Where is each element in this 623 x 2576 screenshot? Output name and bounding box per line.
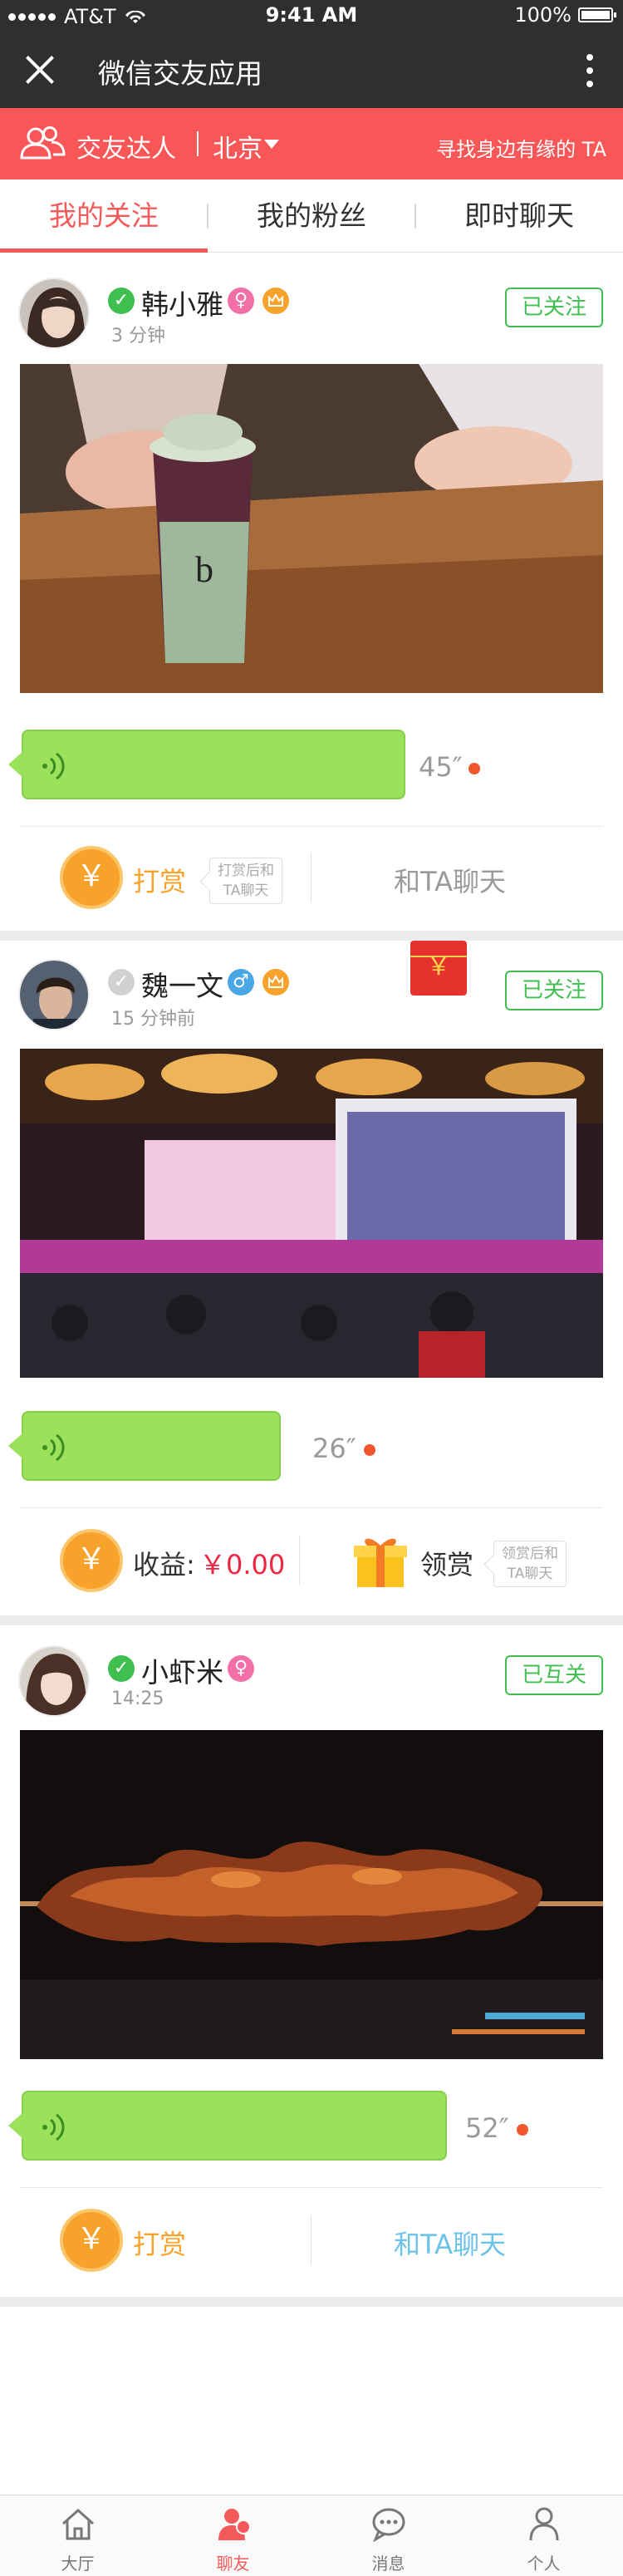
voice-duration: 52″ xyxy=(465,2112,509,2144)
reward-coin-icon[interactable]: ￥ xyxy=(60,2209,123,2272)
reward-hint-line2: TA聊天 xyxy=(223,882,269,899)
voice-message[interactable] xyxy=(8,2091,447,2161)
follow-button[interactable]: 已关注 xyxy=(505,288,603,327)
post-card: ✓ 魏一文 ♂ 15 分钟前 ￥ 已关注 26″ ￥ 收益: ￥0.00 领赏 … xyxy=(0,941,623,1615)
card-divider xyxy=(20,2187,603,2188)
crown-icon xyxy=(262,288,289,314)
status-bar: AT&T 9:41 AM 100% xyxy=(0,0,623,33)
user-name[interactable]: 韩小雅 xyxy=(141,283,223,322)
close-icon[interactable] xyxy=(22,52,58,88)
user-name[interactable]: 小虾米 xyxy=(141,1650,223,1690)
verified-icon: ✓ xyxy=(108,1655,135,1682)
card-divider xyxy=(20,1507,603,1508)
chat-button[interactable]: 和TA聊天 xyxy=(394,861,506,899)
more-menu-icon[interactable] xyxy=(586,54,593,87)
female-icon: ♀ xyxy=(228,1655,254,1682)
claim-reward-button[interactable]: 领赏 xyxy=(420,1544,473,1582)
tab-hall[interactable]: 大厅 xyxy=(0,2495,155,2576)
avatar[interactable] xyxy=(18,1645,90,1717)
category-label[interactable]: 交友达人 xyxy=(76,128,176,165)
users-icon xyxy=(20,126,66,160)
income-coin-icon: ￥ xyxy=(60,1529,123,1592)
crown-icon xyxy=(262,969,289,995)
unread-dot xyxy=(468,763,480,774)
action-divider xyxy=(311,853,312,902)
voice-wave-icon xyxy=(42,1433,65,1462)
voice-wave-icon xyxy=(42,752,65,780)
claim-hint-line2: TA聊天 xyxy=(507,1566,553,1582)
battery-status: 100% xyxy=(514,3,616,27)
tab-bar-top: 我的关注 我的粉丝 即时聊天 xyxy=(0,179,623,253)
voice-duration: 45″ xyxy=(419,751,463,783)
city-selector[interactable]: 北京 xyxy=(213,128,262,165)
post-photo[interactable] xyxy=(20,1049,603,1378)
card-separator xyxy=(0,931,623,941)
action-divider xyxy=(311,2215,312,2265)
unread-dot xyxy=(364,1444,375,1456)
user-chat-icon xyxy=(218,2509,251,2540)
chat-button[interactable]: 和TA聊天 xyxy=(394,2224,506,2262)
action-divider xyxy=(299,1536,300,1585)
post-card: ✓ 小虾米 ♀ 14:25 已互关 52″ ￥ 打赏 和TA聊天 xyxy=(0,1625,623,2297)
avatar[interactable] xyxy=(18,278,90,349)
tab-label: 聊友 xyxy=(216,2554,250,2574)
tab-messages[interactable]: 消息 xyxy=(311,2495,466,2576)
card-separator xyxy=(0,2297,623,2307)
home-icon xyxy=(62,2508,94,2540)
unread-dot xyxy=(517,2124,528,2136)
reward-hint-line1: 打赏后和 xyxy=(218,863,274,879)
tab-chat[interactable]: 即时聊天 xyxy=(415,179,623,253)
battery-icon xyxy=(578,7,616,22)
tab-following[interactable]: 我的关注 xyxy=(0,179,208,253)
post-time: 15 分钟前 xyxy=(111,1009,195,1030)
reward-button[interactable]: 打赏 xyxy=(133,2224,186,2262)
reward-hint: 打赏后和 TA聊天 xyxy=(209,858,282,904)
post-photo[interactable] xyxy=(20,1730,603,2059)
avatar[interactable] xyxy=(18,959,90,1030)
red-packet-icon[interactable]: ￥ xyxy=(410,941,467,995)
post-card: ✓ 韩小雅 ♀ 3 分钟 已关注 b 45″ ￥ 打赏 打赏后和 TA聊天 和T… xyxy=(0,253,623,931)
tab-label: 消息 xyxy=(371,2554,405,2574)
post-photo[interactable]: b xyxy=(20,364,603,693)
unverified-icon: ✓ xyxy=(108,969,135,995)
caret-down-icon[interactable] xyxy=(264,140,279,149)
bottom-tab-bar: 大厅 聊友 消息 个人 xyxy=(0,2495,623,2576)
tab-label: 个人 xyxy=(527,2554,561,2574)
follow-button[interactable]: 已关注 xyxy=(505,971,603,1010)
banner-hint[interactable]: 寻找身边有缘的 TA xyxy=(436,133,606,162)
voice-message[interactable] xyxy=(8,730,405,799)
location-banner: 交友达人 北京 寻找身边有缘的 TA xyxy=(0,108,623,179)
battery-percent: 100% xyxy=(514,3,571,27)
reward-coin-icon[interactable]: ￥ xyxy=(60,846,123,909)
mutual-follow-button[interactable]: 已互关 xyxy=(505,1655,603,1695)
income-label: 收益: xyxy=(133,1549,195,1581)
banner-separator xyxy=(197,131,199,156)
verified-icon: ✓ xyxy=(108,288,135,314)
tab-chat-friends[interactable]: 聊友 xyxy=(155,2495,311,2576)
female-icon: ♀ xyxy=(228,288,254,314)
voice-wave-icon xyxy=(42,2113,65,2141)
post-time: 3 分钟 xyxy=(111,326,165,347)
claim-hint-line1: 领赏后和 xyxy=(502,1546,558,1562)
profile-icon xyxy=(529,2507,559,2541)
page-title: 微信交友应用 xyxy=(98,57,262,90)
voice-message[interactable] xyxy=(8,1411,281,1481)
income-value: ￥0.00 xyxy=(199,1549,286,1581)
reward-button[interactable]: 打赏 xyxy=(133,861,186,899)
tab-followers[interactable]: 我的粉丝 xyxy=(208,179,415,253)
user-name[interactable]: 魏一文 xyxy=(141,964,223,1004)
card-divider xyxy=(20,826,603,827)
card-separator xyxy=(0,1615,623,1625)
tab-label: 大厅 xyxy=(61,2554,95,2574)
claim-hint: 领赏后和 TA聊天 xyxy=(493,1541,567,1587)
nav-bar: 微信交友应用 xyxy=(0,33,623,108)
svg-text:b: b xyxy=(195,549,213,590)
post-time: 14:25 xyxy=(111,1689,164,1709)
voice-duration: 26″ xyxy=(312,1433,356,1464)
tab-profile[interactable]: 个人 xyxy=(466,2495,621,2576)
gift-icon[interactable] xyxy=(352,1532,409,1589)
message-icon xyxy=(372,2508,405,2542)
male-icon: ♂ xyxy=(228,969,254,995)
